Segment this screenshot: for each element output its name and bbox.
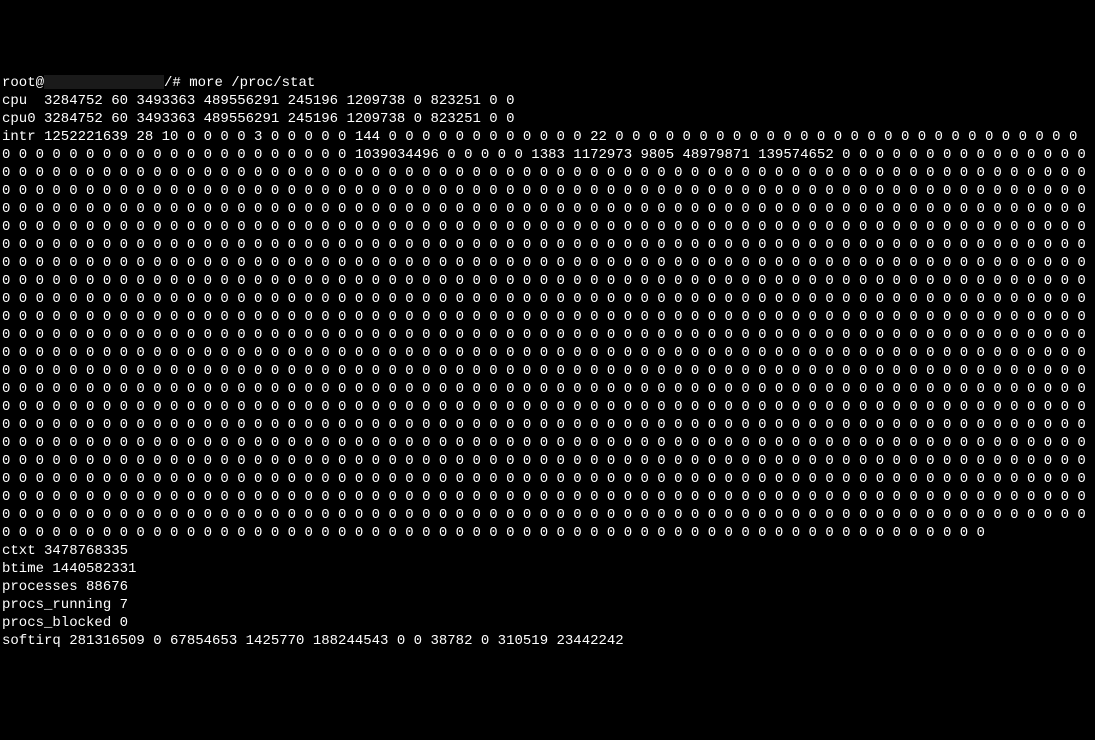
output-procs-running-line: procs_running 7 [2,597,128,613]
prompt-user: root@ [2,75,44,91]
output-ctxt-line: ctxt 3478768335 [2,543,128,559]
prompt-command: more /proc/stat [189,75,315,91]
terminal-window[interactable]: root@ /# more /proc/stat cpu 3284752 60 3… [2,74,1093,650]
output-intr-line: intr 1252221639 28 10 0 0 0 0 3 0 0 0 0 … [2,129,1094,541]
output-cpu0-line: cpu0 3284752 60 3493363 489556291 245196… [2,111,514,127]
output-procs-blocked-line: procs_blocked 0 [2,615,128,631]
output-processes-line: processes 88676 [2,579,128,595]
output-cpu-line: cpu 3284752 60 3493363 489556291 245196 … [2,93,514,109]
prompt-path: /# [164,75,181,91]
prompt-host-redacted [44,75,164,89]
output-btime-line: btime 1440582331 [2,561,136,577]
output-softirq-line: softirq 281316509 0 67854653 1425770 188… [2,633,624,649]
